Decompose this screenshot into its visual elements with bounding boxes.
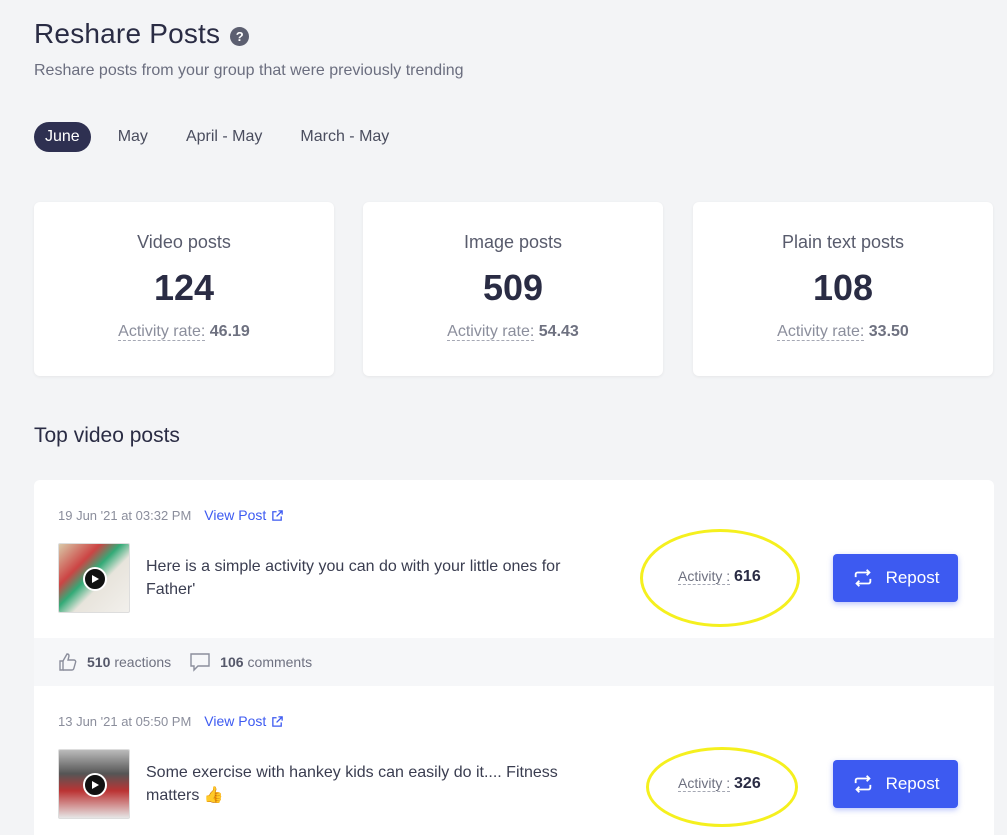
tab-june[interactable]: June [34, 122, 91, 152]
comments-label: comments [247, 654, 313, 670]
post-date: 19 Jun '21 at 03:32 PM [58, 507, 192, 523]
repost-icon [854, 569, 871, 587]
stat-rate: Activity rate: 54.43 [363, 323, 663, 341]
activity-value: 616 [734, 568, 761, 585]
post-thumbnail[interactable] [58, 749, 130, 819]
title-row: Reshare Posts ? [34, 18, 250, 50]
repost-label: Repost [885, 774, 940, 793]
rate-value: 33.50 [868, 323, 909, 340]
question-circle-icon[interactable]: ? [230, 26, 250, 46]
external-link-icon [272, 715, 284, 727]
reactions-label: reactions [114, 654, 172, 670]
rate-label: Activity rate: [447, 323, 535, 341]
stat-label: Video posts [137, 232, 231, 252]
section-title: Top video posts [34, 424, 180, 447]
reactions-stat: 510 reactions [58, 652, 171, 672]
tab-april-may[interactable]: April - May [175, 122, 273, 152]
stat-card-plain-text: Plain text posts 108 Activity rate: 33.5… [693, 202, 993, 376]
stat-value: 509 [482, 267, 544, 308]
rate-value: 54.43 [538, 323, 579, 340]
view-post-label: View Post [204, 713, 267, 729]
post-text: Here is a simple activity you can do wit… [146, 558, 561, 598]
activity-label: Activity : [678, 775, 731, 792]
stat-label: Plain text posts [781, 232, 905, 252]
post-card: 13 Jun '21 at 05:50 PM View Post Some ex… [34, 686, 994, 835]
repost-button[interactable]: Repost [833, 760, 958, 808]
post-thumbnail[interactable] [58, 543, 130, 613]
post-meta: 19 Jun '21 at 03:32 PM View Post [58, 507, 284, 523]
tab-may[interactable]: May [107, 122, 159, 152]
post-activity: Activity : 326 [678, 775, 761, 793]
comments-count: 106 [220, 654, 244, 670]
stat-label: Image posts [463, 232, 563, 252]
stat-value: 108 [812, 267, 874, 308]
post-text: Some exercise with hankey kids can easil… [146, 764, 558, 804]
activity-value: 326 [734, 775, 761, 792]
repost-button[interactable]: Repost [833, 554, 958, 602]
post-card: 19 Jun '21 at 03:32 PM View Post Here is… [34, 480, 994, 686]
stat-card-video: Video posts 124 Activity rate: 46.19 [34, 202, 334, 376]
stat-card-image: Image posts 509 Activity rate: 54.43 [363, 202, 663, 376]
post-meta: 13 Jun '21 at 05:50 PM View Post [58, 713, 284, 729]
external-link-icon [272, 509, 284, 521]
view-post-link[interactable]: View Post [204, 713, 284, 729]
tab-march-may[interactable]: March - May [289, 122, 400, 152]
post-date: 13 Jun '21 at 05:50 PM [58, 713, 192, 729]
rate-label: Activity rate: [777, 323, 865, 341]
page-title: Reshare Posts [34, 18, 221, 49]
page-subtitle: Reshare posts from your group that were … [34, 62, 464, 79]
repost-icon [854, 775, 871, 793]
comments-stat: 106 comments [189, 652, 312, 672]
reactions-count: 510 [87, 654, 111, 670]
period-tabs: June May April - May March - May [34, 122, 416, 152]
rate-value: 46.19 [209, 323, 250, 340]
comment-icon [190, 653, 210, 672]
stat-value: 124 [153, 267, 215, 308]
stat-rate: Activity rate: 46.19 [34, 323, 334, 341]
activity-label: Activity : [678, 568, 731, 585]
repost-label: Repost [885, 568, 940, 587]
play-icon[interactable] [83, 773, 107, 797]
post-footer: 510 reactions 106 comments [34, 638, 994, 686]
view-post-link[interactable]: View Post [204, 507, 284, 523]
play-icon[interactable] [83, 567, 107, 591]
view-post-label: View Post [204, 507, 267, 523]
thumbs-up-icon [59, 653, 77, 671]
rate-label: Activity rate: [118, 323, 206, 341]
post-activity: Activity : 616 [678, 568, 761, 586]
stat-rate: Activity rate: 33.50 [693, 323, 993, 341]
